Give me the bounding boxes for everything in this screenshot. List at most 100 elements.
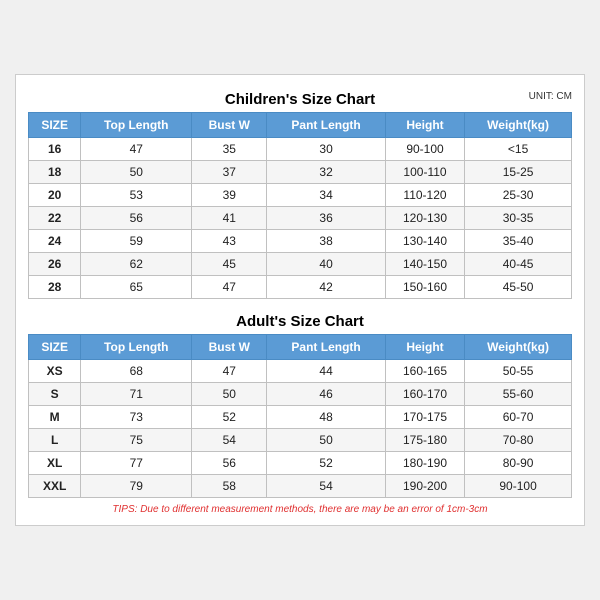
adults-col-header: Top Length [81, 335, 192, 360]
children-col-header: Top Length [81, 113, 192, 138]
adults-col-header: Height [385, 335, 464, 360]
table-row: XS684744160-16550-55 [29, 360, 572, 383]
table-cell: 47 [81, 138, 192, 161]
adults-col-header: Pant Length [267, 335, 386, 360]
table-cell: 47 [192, 360, 267, 383]
children-section-title: Children's Size Chart UNIT: CM [28, 85, 572, 112]
table-row: M735248170-17560-70 [29, 406, 572, 429]
adults-col-header: Weight(kg) [465, 335, 572, 360]
table-cell: 41 [192, 207, 267, 230]
children-size-table: SIZETop LengthBust WPant LengthHeightWei… [28, 112, 572, 299]
table-cell: 50 [81, 161, 192, 184]
table-cell: 100-110 [385, 161, 464, 184]
table-cell: 38 [267, 230, 386, 253]
adults-title-text: Adult's Size Chart [236, 313, 364, 330]
table-cell: 59 [81, 230, 192, 253]
table-cell: 77 [81, 452, 192, 475]
children-col-header: Bust W [192, 113, 267, 138]
table-cell: 44 [267, 360, 386, 383]
table-row: 18503732100-11015-25 [29, 161, 572, 184]
table-cell: 70-80 [465, 429, 572, 452]
table-cell: 110-120 [385, 184, 464, 207]
adults-header-row: SIZETop LengthBust WPant LengthHeightWei… [29, 335, 572, 360]
adults-col-header: Bust W [192, 335, 267, 360]
table-cell: 150-160 [385, 276, 464, 299]
table-row: XL775652180-19080-90 [29, 452, 572, 475]
table-cell: 52 [267, 452, 386, 475]
table-cell: XXL [29, 475, 81, 498]
table-cell: XL [29, 452, 81, 475]
table-cell: L [29, 429, 81, 452]
table-cell: 75 [81, 429, 192, 452]
children-col-header: Pant Length [267, 113, 386, 138]
table-cell: 175-180 [385, 429, 464, 452]
table-cell: 43 [192, 230, 267, 253]
table-cell: 28 [29, 276, 81, 299]
table-cell: 90-100 [465, 475, 572, 498]
table-row: L755450175-18070-80 [29, 429, 572, 452]
table-cell: 73 [81, 406, 192, 429]
table-cell: 180-190 [385, 452, 464, 475]
table-cell: 160-165 [385, 360, 464, 383]
table-cell: 30 [267, 138, 386, 161]
table-cell: 25-30 [465, 184, 572, 207]
table-cell: 35 [192, 138, 267, 161]
table-cell: 160-170 [385, 383, 464, 406]
table-cell: S [29, 383, 81, 406]
table-cell: 54 [192, 429, 267, 452]
table-row: 24594338130-14035-40 [29, 230, 572, 253]
table-cell: 30-35 [465, 207, 572, 230]
table-cell: 37 [192, 161, 267, 184]
adults-section-title: Adult's Size Chart [28, 307, 572, 334]
table-cell: 42 [267, 276, 386, 299]
table-cell: 52 [192, 406, 267, 429]
children-table-body: 1647353090-100<1518503732100-11015-25205… [29, 138, 572, 299]
adults-size-table: SIZETop LengthBust WPant LengthHeightWei… [28, 334, 572, 498]
table-cell: 48 [267, 406, 386, 429]
table-cell: 50 [192, 383, 267, 406]
children-title-text: Children's Size Chart [225, 91, 375, 108]
table-cell: 50-55 [465, 360, 572, 383]
table-cell: 71 [81, 383, 192, 406]
table-cell: 45 [192, 253, 267, 276]
table-row: 22564136120-13030-35 [29, 207, 572, 230]
table-cell: 35-40 [465, 230, 572, 253]
children-header-row: SIZETop LengthBust WPant LengthHeightWei… [29, 113, 572, 138]
table-cell: 90-100 [385, 138, 464, 161]
table-cell: 130-140 [385, 230, 464, 253]
table-cell: 58 [192, 475, 267, 498]
table-cell: 65 [81, 276, 192, 299]
table-cell: XS [29, 360, 81, 383]
table-cell: 26 [29, 253, 81, 276]
table-cell: 55-60 [465, 383, 572, 406]
table-cell: 22 [29, 207, 81, 230]
table-cell: <15 [465, 138, 572, 161]
table-cell: 60-70 [465, 406, 572, 429]
tips-text: TIPS: Due to different measurement metho… [28, 504, 572, 515]
children-unit-label: UNIT: CM [529, 91, 572, 102]
table-cell: 56 [192, 452, 267, 475]
children-col-header: Weight(kg) [465, 113, 572, 138]
table-cell: 140-150 [385, 253, 464, 276]
table-cell: 190-200 [385, 475, 464, 498]
table-cell: 47 [192, 276, 267, 299]
table-cell: 120-130 [385, 207, 464, 230]
table-cell: 39 [192, 184, 267, 207]
table-cell: 34 [267, 184, 386, 207]
table-row: 1647353090-100<15 [29, 138, 572, 161]
adults-table-body: XS684744160-16550-55S715046160-17055-60M… [29, 360, 572, 498]
table-row: 26624540140-15040-45 [29, 253, 572, 276]
table-cell: 40 [267, 253, 386, 276]
table-cell: 54 [267, 475, 386, 498]
children-col-header: SIZE [29, 113, 81, 138]
table-cell: 20 [29, 184, 81, 207]
table-cell: 16 [29, 138, 81, 161]
table-cell: 40-45 [465, 253, 572, 276]
table-cell: 36 [267, 207, 386, 230]
table-cell: 170-175 [385, 406, 464, 429]
table-cell: 45-50 [465, 276, 572, 299]
table-cell: 50 [267, 429, 386, 452]
table-cell: 79 [81, 475, 192, 498]
table-cell: 18 [29, 161, 81, 184]
children-col-header: Height [385, 113, 464, 138]
